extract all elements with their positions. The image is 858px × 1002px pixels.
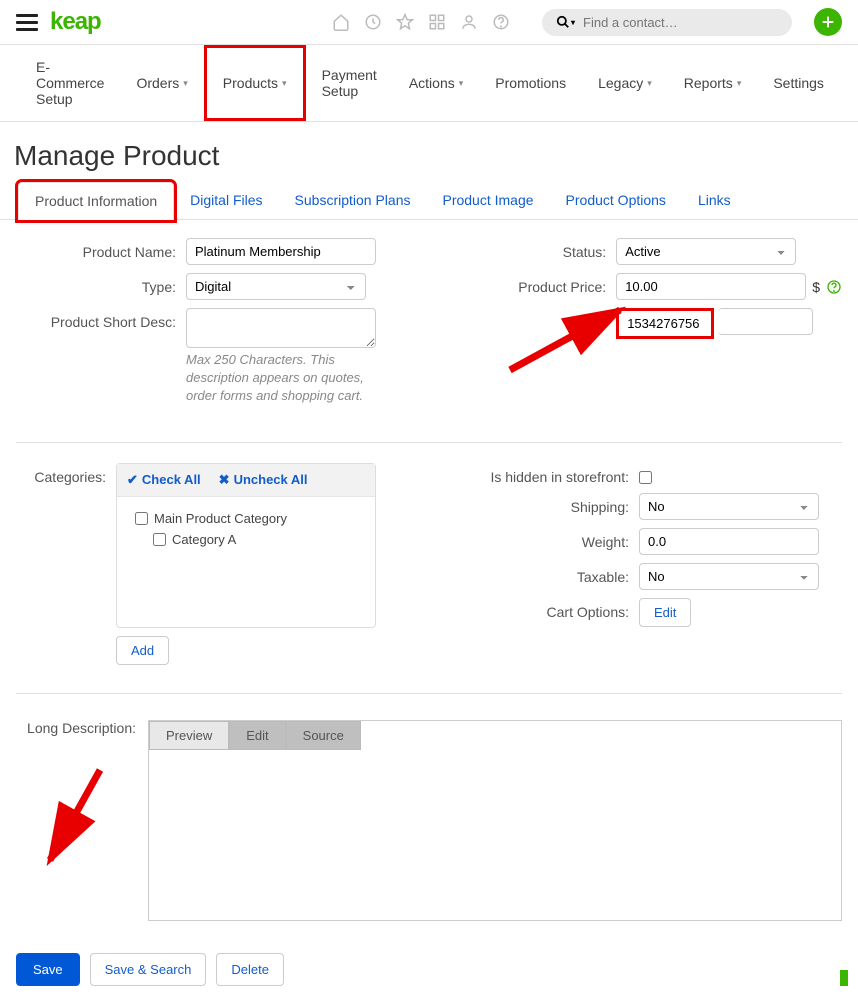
chevron-down-icon: ▾: [459, 78, 464, 89]
type-label: Type:: [16, 273, 176, 295]
long-desc-editor: Preview Edit Source: [148, 720, 842, 921]
search-icon: ▾: [556, 15, 575, 29]
tab-product-image[interactable]: Product Image: [426, 182, 549, 219]
cart-options-edit-button[interactable]: Edit: [639, 598, 691, 627]
nav-orders[interactable]: Orders▾: [120, 45, 203, 121]
delete-button[interactable]: Delete: [216, 953, 284, 986]
tab-digital-files[interactable]: Digital Files: [174, 182, 278, 219]
nav-legacy[interactable]: Legacy▾: [582, 45, 668, 121]
hamburger-menu[interactable]: [16, 14, 38, 31]
nav-settings[interactable]: Settings: [757, 45, 840, 121]
status-label: Status:: [446, 238, 606, 260]
search-box[interactable]: ▾: [542, 9, 792, 36]
long-desc-label: Long Description:: [16, 720, 136, 921]
sku-input-extra[interactable]: [718, 308, 813, 335]
weight-input[interactable]: [639, 528, 819, 555]
taxable-label: Taxable:: [449, 563, 629, 585]
product-name-input[interactable]: [186, 238, 376, 265]
editor-tab-source[interactable]: Source: [286, 721, 361, 750]
short-desc-hint: Max 250 Characters. This description app…: [186, 351, 396, 406]
tab-product-information[interactable]: Product Information: [18, 182, 174, 220]
taxable-select[interactable]: No: [639, 563, 819, 590]
category-main[interactable]: Main Product Category: [135, 511, 357, 526]
sku-input[interactable]: [619, 311, 709, 336]
user-icon[interactable]: [460, 13, 478, 31]
editor-tab-edit[interactable]: Edit: [229, 721, 285, 750]
status-select[interactable]: Active: [616, 238, 796, 265]
save-button[interactable]: Save: [16, 953, 80, 986]
clock-icon[interactable]: [364, 13, 382, 31]
chevron-down-icon: ▾: [282, 78, 287, 89]
nav-promotions[interactable]: Promotions: [479, 45, 582, 121]
short-desc-label: Product Short Desc:: [16, 308, 176, 330]
hidden-checkbox[interactable]: [639, 471, 652, 484]
resize-handle-icon: [840, 970, 848, 986]
nav-actions[interactable]: Actions▾: [393, 45, 479, 121]
nav-bar: E-Commerce Setup Orders▾ Products▾ Payme…: [0, 44, 858, 122]
logo: keap: [50, 8, 101, 36]
weight-label: Weight:: [449, 528, 629, 550]
page-title: Manage Product: [0, 122, 858, 182]
nav-reports[interactable]: Reports▾: [668, 45, 758, 121]
type-select[interactable]: Digital: [186, 273, 366, 300]
close-icon: ✖: [219, 472, 230, 488]
shipping-select[interactable]: No: [639, 493, 819, 520]
tab-product-options[interactable]: Product Options: [550, 182, 682, 219]
categories-label: Categories:: [16, 463, 106, 485]
short-desc-input[interactable]: [186, 308, 376, 348]
category-a-checkbox[interactable]: [153, 533, 166, 546]
editor-tab-preview[interactable]: Preview: [149, 721, 229, 750]
price-input[interactable]: [616, 273, 806, 300]
sku-label: SKU:: [446, 308, 606, 330]
check-all-button[interactable]: ✔ Check All: [127, 472, 201, 488]
nav-ecommerce-setup[interactable]: E-Commerce Setup: [20, 45, 120, 121]
price-label: Product Price:: [446, 273, 606, 295]
product-name-label: Product Name:: [16, 238, 176, 260]
shipping-label: Shipping:: [449, 493, 629, 515]
hidden-label: Is hidden in storefront:: [449, 463, 629, 485]
help-tooltip-icon[interactable]: [826, 279, 842, 295]
nav-products[interactable]: Products▾: [204, 45, 306, 121]
help-icon[interactable]: [492, 13, 510, 31]
cart-options-label: Cart Options:: [449, 598, 629, 620]
search-input[interactable]: [583, 15, 778, 30]
home-icon[interactable]: [332, 13, 350, 31]
uncheck-all-button[interactable]: ✖ Uncheck All: [219, 472, 308, 488]
nav-payment-setup[interactable]: Payment Setup: [306, 45, 393, 121]
add-button[interactable]: [814, 8, 842, 36]
tabs: Product Information Digital Files Subscr…: [0, 182, 858, 220]
tab-links[interactable]: Links: [682, 182, 747, 219]
chevron-down-icon: ▾: [737, 78, 742, 89]
chevron-down-icon: ▾: [647, 78, 652, 89]
apps-icon[interactable]: [428, 13, 446, 31]
chevron-down-icon: ▾: [183, 78, 188, 89]
add-category-button[interactable]: Add: [116, 636, 169, 665]
save-search-button[interactable]: Save & Search: [90, 953, 207, 986]
star-icon[interactable]: [396, 13, 414, 31]
check-icon: ✔: [127, 472, 138, 488]
category-a[interactable]: Category A: [153, 532, 357, 547]
tab-subscription-plans[interactable]: Subscription Plans: [279, 182, 427, 219]
editor-body[interactable]: [149, 750, 841, 920]
category-main-checkbox[interactable]: [135, 512, 148, 525]
price-currency: $: [812, 279, 820, 295]
